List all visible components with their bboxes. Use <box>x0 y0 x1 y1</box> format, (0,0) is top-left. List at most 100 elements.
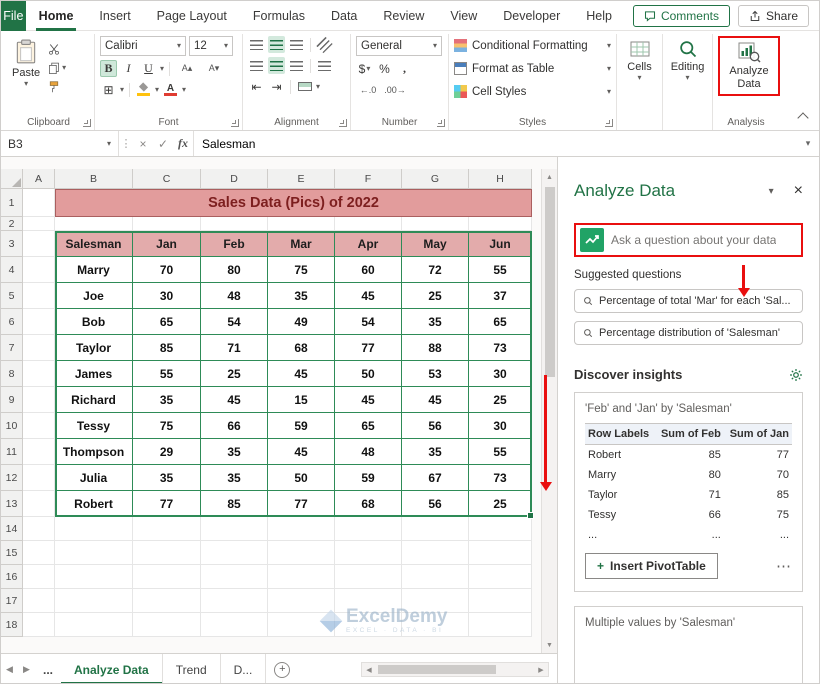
name-box[interactable]: B3 ▾ <box>1 131 119 156</box>
cell-B13[interactable]: Robert <box>55 491 133 517</box>
wrap-text-button[interactable] <box>316 57 333 74</box>
cell-E8[interactable]: 45 <box>268 361 335 387</box>
cell-H9[interactable]: 25 <box>469 387 532 413</box>
cell-H10[interactable]: 30 <box>469 413 532 439</box>
cell-G9[interactable]: 45 <box>402 387 469 413</box>
ribbon-tab-formulas[interactable]: Formulas <box>240 1 318 31</box>
pane-menu-button[interactable]: ▾ <box>769 186 774 197</box>
cell-A15[interactable] <box>23 541 55 565</box>
cell-B17[interactable] <box>55 589 133 613</box>
cell-H3[interactable]: Jun <box>469 231 532 257</box>
cell-C11[interactable]: 29 <box>133 439 201 465</box>
cell-A3[interactable] <box>23 231 55 257</box>
cell-A1[interactable] <box>23 189 55 217</box>
cell-H14[interactable] <box>469 517 532 541</box>
pane-close-button[interactable]: × <box>794 183 803 199</box>
share-button[interactable]: Share <box>738 5 809 27</box>
merge-dropdown-icon[interactable]: ▾ <box>316 83 320 91</box>
row-header-3[interactable]: 3 <box>1 231 23 257</box>
cell-G17[interactable] <box>402 589 469 613</box>
cell-E18[interactable] <box>268 613 335 637</box>
cell-G4[interactable]: 72 <box>402 257 469 283</box>
cell-D4[interactable]: 80 <box>201 257 268 283</box>
row-header-18[interactable]: 18 <box>1 613 23 637</box>
column-header-g[interactable]: G <box>402 169 469 189</box>
middle-align-button[interactable] <box>268 36 285 53</box>
row-header-11[interactable]: 11 <box>1 439 23 465</box>
cell-D18[interactable] <box>201 613 268 637</box>
decrease-indent-button[interactable]: ⇤ <box>248 78 265 95</box>
orientation-button[interactable] <box>316 36 333 53</box>
cell-G7[interactable]: 88 <box>402 335 469 361</box>
cell-C14[interactable] <box>133 517 201 541</box>
cell-G3[interactable]: May <box>402 231 469 257</box>
cell-C13[interactable]: 77 <box>133 491 201 517</box>
paste-button[interactable]: Paste ▾ <box>8 36 44 94</box>
cell-A9[interactable] <box>23 387 55 413</box>
suggestion-chip-2[interactable]: Percentage distribution of 'Salesman' <box>574 321 803 345</box>
cell-B3[interactable]: Salesman <box>55 231 133 257</box>
cell-C15[interactable] <box>133 541 201 565</box>
cell-B16[interactable] <box>55 565 133 589</box>
cell-A18[interactable] <box>23 613 55 637</box>
cell-H17[interactable] <box>469 589 532 613</box>
italic-button[interactable]: I <box>120 60 137 77</box>
row-header-8[interactable]: 8 <box>1 361 23 387</box>
cell-F17[interactable] <box>335 589 402 613</box>
horizontal-scroll-thumb[interactable] <box>378 665 496 674</box>
cell-A13[interactable] <box>23 491 55 517</box>
cell-D12[interactable]: 35 <box>201 465 268 491</box>
cell-D13[interactable]: 85 <box>201 491 268 517</box>
cell-E17[interactable] <box>268 589 335 613</box>
cell-F5[interactable]: 45 <box>335 283 402 309</box>
font-name-select[interactable]: Calibri▾ <box>100 36 186 56</box>
cell-A7[interactable] <box>23 335 55 361</box>
cell-C18[interactable] <box>133 613 201 637</box>
font-size-select[interactable]: 12▾ <box>189 36 233 56</box>
column-header-a[interactable]: A <box>23 169 55 189</box>
cell-D9[interactable]: 45 <box>201 387 268 413</box>
copy-button[interactable]: ▾ <box>48 60 66 75</box>
cell-H18[interactable] <box>469 613 532 637</box>
cell-C12[interactable]: 35 <box>133 465 201 491</box>
cell-H4[interactable]: 55 <box>469 257 532 283</box>
column-header-b[interactable]: B <box>55 169 133 189</box>
row-header-9[interactable]: 9 <box>1 387 23 413</box>
cell-E4[interactable]: 75 <box>268 257 335 283</box>
format-painter-button[interactable] <box>48 79 66 94</box>
cell-G10[interactable]: 56 <box>402 413 469 439</box>
cell-A11[interactable] <box>23 439 55 465</box>
cell-A14[interactable] <box>23 517 55 541</box>
grow-font-button[interactable]: A▴ <box>175 60 199 77</box>
scroll-up-button[interactable]: ▲ <box>542 169 558 185</box>
row-header-16[interactable]: 16 <box>1 565 23 589</box>
cell-C3[interactable]: Jan <box>133 231 201 257</box>
ask-question-input[interactable]: Ask a question about your data <box>574 223 803 257</box>
borders-button[interactable]: ⊞ <box>100 81 117 98</box>
cell-A4[interactable] <box>23 257 55 283</box>
row-header-10[interactable]: 10 <box>1 413 23 439</box>
cell-E9[interactable]: 15 <box>268 387 335 413</box>
cell-G14[interactable] <box>402 517 469 541</box>
cell-H2[interactable] <box>469 217 532 231</box>
hscroll-right-button[interactable]: ▶ <box>534 666 548 674</box>
accounting-format-button[interactable]: $▾ <box>356 60 373 77</box>
increase-indent-button[interactable]: ⇥ <box>268 78 285 95</box>
cell-F14[interactable] <box>335 517 402 541</box>
align-right-button[interactable] <box>288 57 305 74</box>
cell-G8[interactable]: 53 <box>402 361 469 387</box>
cell-H13[interactable]: 25 <box>469 491 532 517</box>
formula-input[interactable]: Salesman <box>193 131 797 156</box>
analyze-data-button[interactable]: Analyze Data <box>720 38 778 94</box>
cell-A16[interactable] <box>23 565 55 589</box>
shrink-font-button[interactable]: A▾ <box>202 60 226 77</box>
percent-style-button[interactable]: % <box>376 60 393 77</box>
cell-B10[interactable]: Tessy <box>55 413 133 439</box>
cell-E5[interactable]: 35 <box>268 283 335 309</box>
cell-C9[interactable]: 35 <box>133 387 201 413</box>
editing-button[interactable]: Editing ▾ <box>668 36 707 85</box>
ribbon-tab-data[interactable]: Data <box>318 1 370 31</box>
row-header-12[interactable]: 12 <box>1 465 23 491</box>
cell-E6[interactable]: 49 <box>268 309 335 335</box>
row-header-13[interactable]: 13 <box>1 491 23 517</box>
